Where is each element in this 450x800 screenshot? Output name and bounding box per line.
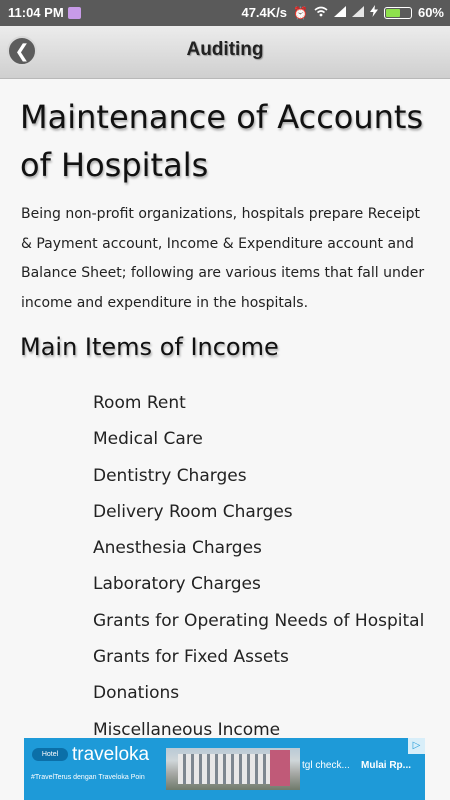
list-item: Medical Care [93, 429, 203, 450]
article-content[interactable]: Maintenance of Accounts of Hospitals Bei… [0, 79, 450, 739]
ad-banner[interactable]: Hotel traveloka #TravelTerus dengan Trav… [24, 738, 425, 800]
ad-tagline: #TravelTerus dengan Traveloka Poin [31, 774, 145, 781]
ad-brand: traveloka [72, 744, 150, 765]
status-right-cluster: 47.4K/s ⏰ 60% [241, 5, 444, 20]
list-item: Dentistry Charges [93, 465, 247, 486]
battery-percent: 60% [417, 5, 444, 20]
ad-choices-icon[interactable]: ▷ [408, 738, 425, 754]
ad-brand-block: Hotel traveloka #TravelTerus dengan Trav… [24, 738, 164, 800]
app-bar: ❮ Auditing [0, 26, 450, 79]
ad-text-checkin: tgl check... [302, 760, 350, 771]
list-item: Room Rent [93, 393, 186, 413]
section-heading: Main Items of Income [20, 333, 279, 361]
ad-building-accent [270, 750, 290, 786]
signal-icon [333, 5, 346, 20]
battery-fill [385, 8, 400, 17]
notification-icon [68, 7, 81, 19]
ad-hotel-image [166, 748, 300, 790]
income-list: Room Rent Medical Care Dentistry Charges… [93, 388, 424, 739]
list-item: Anesthesia Charges [93, 538, 262, 559]
list-item: Grants for Fixed Assets [93, 647, 289, 668]
alarm-icon: ⏰ [293, 5, 308, 20]
network-speed: 47.4K/s [241, 5, 288, 20]
list-item: Delivery Room Charges [93, 501, 293, 522]
status-time: 11:04 PM [8, 5, 64, 20]
ad-text-price: Mulai Rp... [361, 760, 411, 771]
list-item: Laboratory Charges [93, 574, 261, 595]
charging-icon [369, 5, 378, 20]
ad-building-shape [178, 754, 274, 784]
intro-paragraph: Being non-profit organizations, hospital… [21, 206, 425, 311]
app-title: Auditing [186, 39, 264, 60]
page-title: Maintenance of Accounts of Hospitals [20, 98, 424, 184]
ad-badge: Hotel [32, 748, 68, 761]
list-item: Miscellaneous Income [93, 719, 281, 739]
signal-icon-2 [351, 5, 364, 20]
status-bar: 11:04 PM 47.4K/s ⏰ 60% [0, 0, 450, 26]
wifi-icon [314, 6, 328, 20]
list-item: Grants for Operating Needs of Hospital [93, 610, 425, 631]
battery-icon [383, 6, 412, 19]
list-item: Donations [93, 683, 180, 704]
